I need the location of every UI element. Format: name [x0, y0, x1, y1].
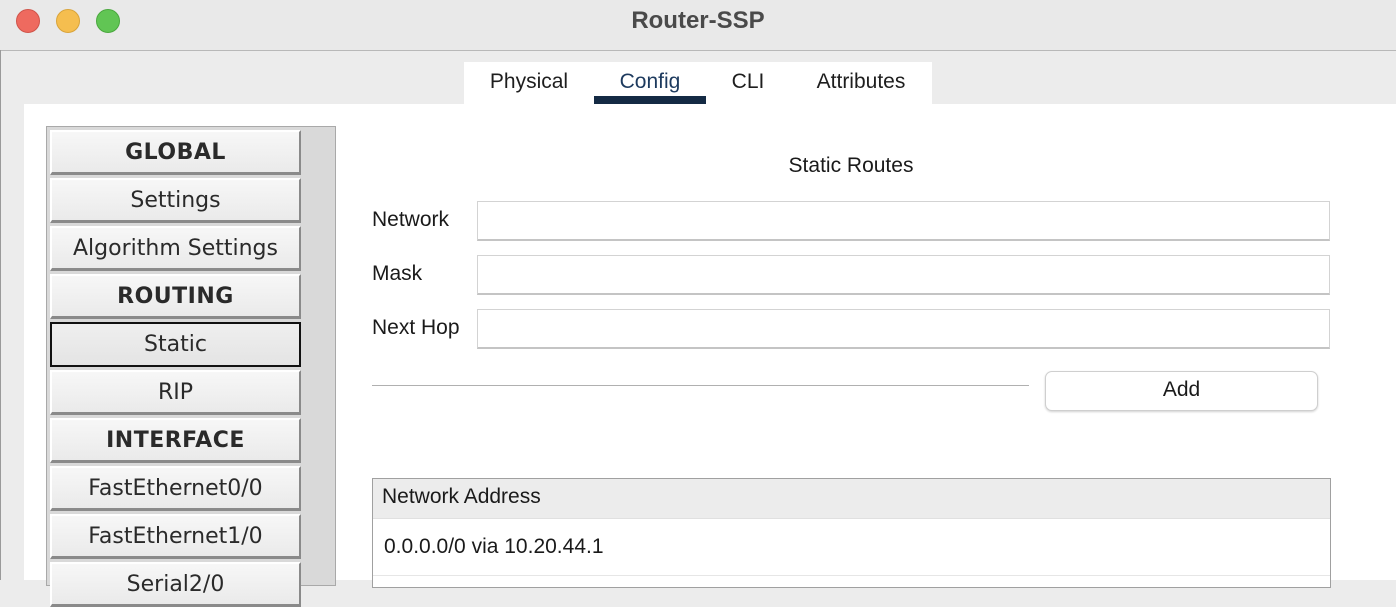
static-routes-title: Static Routes — [788, 154, 914, 177]
sidebar-item-fastethernet1-0[interactable]: FastEthernet1/0 — [50, 514, 301, 559]
mask-label: Mask — [372, 262, 423, 285]
network-label: Network — [372, 208, 450, 231]
form-divider — [372, 385, 1029, 386]
tab-cli[interactable]: CLI — [706, 62, 790, 104]
window-title: Router-SSP — [631, 7, 765, 34]
next-hop-input[interactable] — [477, 309, 1330, 349]
sidebar-header-routing[interactable]: ROUTING — [50, 274, 301, 319]
tab-attributes[interactable]: Attributes — [790, 62, 932, 104]
tab-config-label: Config — [619, 70, 681, 93]
title-bar: Router-SSP — [0, 0, 1396, 51]
sidebar-item-serial2-0[interactable]: Serial2/0 — [50, 562, 301, 607]
window-edge — [0, 50, 1, 580]
sidebar-item-algorithm-settings[interactable]: Algorithm Settings — [50, 226, 301, 271]
routes-table-header: Network Address — [373, 479, 1330, 519]
table-row[interactable]: 0.0.0.0/0 via 10.20.44.1 — [373, 519, 1330, 576]
active-tab-indicator — [594, 96, 706, 104]
sidebar-header-global[interactable]: GLOBAL — [50, 130, 301, 175]
sidebar-item-static[interactable]: Static — [50, 322, 301, 367]
sidebar-header-interface[interactable]: INTERFACE — [50, 418, 301, 463]
network-input[interactable] — [477, 201, 1330, 241]
sidebar-item-rip[interactable]: RIP — [50, 370, 301, 415]
next-hop-label: Next Hop — [372, 316, 460, 339]
sidebar-item-fastethernet0-0[interactable]: FastEthernet0/0 — [50, 466, 301, 511]
tab-bar: Physical Config CLI Attributes — [464, 62, 932, 104]
routes-table: Network Address 0.0.0.0/0 via 10.20.44.1 — [372, 478, 1331, 588]
tab-config[interactable]: Config — [594, 62, 706, 104]
mask-input[interactable] — [477, 255, 1330, 295]
add-route-button[interactable]: Add — [1045, 371, 1318, 411]
sidebar-item-settings[interactable]: Settings — [50, 178, 301, 223]
tab-physical[interactable]: Physical — [464, 62, 594, 104]
